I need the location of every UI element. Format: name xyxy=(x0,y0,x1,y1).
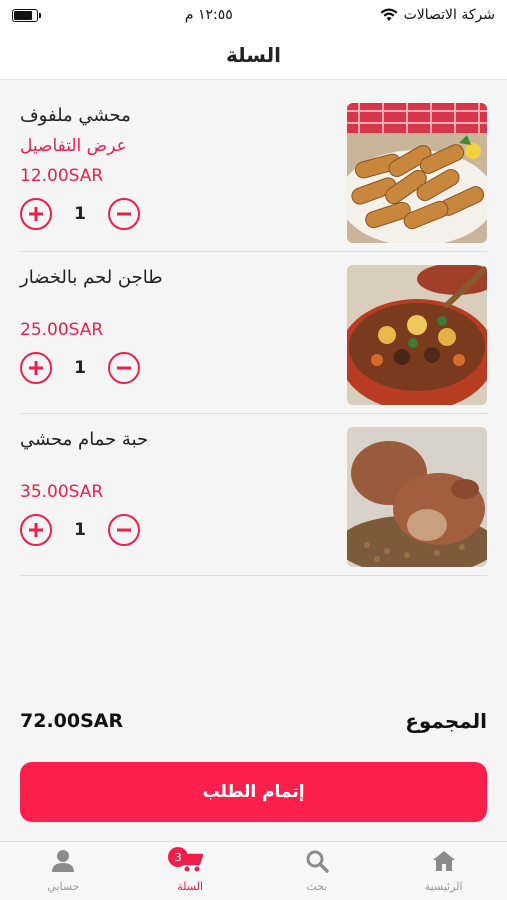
food-image-meat-vegetable-tagine[interactable] xyxy=(347,265,487,405)
item-price: 25.00SAR xyxy=(20,320,104,340)
cart-item: حبة حمام محشي 35.00SAR 1 xyxy=(20,414,487,576)
item-name: محشي ملفوف xyxy=(20,105,131,126)
tab-cart[interactable]: 3 السلة xyxy=(127,842,254,900)
quantity-value: 1 xyxy=(74,204,86,224)
status-bar: ١٢:٥٥ م شركة الاتصالات xyxy=(0,0,507,30)
stuffed-pigeon-image xyxy=(347,427,487,567)
item-price: 12.00SAR xyxy=(20,166,104,186)
total-row: 72.00SAR المجموع xyxy=(20,703,487,739)
tab-search[interactable]: بحث xyxy=(254,842,381,900)
quantity-stepper: 1 xyxy=(20,514,140,546)
item-info: حبة حمام محشي 35.00SAR 1 xyxy=(20,427,347,546)
cart-item: محشي ملفوف عرض التفاصيل 12.00SAR 1 xyxy=(20,90,487,252)
decrease-quantity-button[interactable] xyxy=(108,514,140,546)
food-image-stuffed-cabbage-rolls[interactable] xyxy=(347,103,487,243)
meat-tagine-image xyxy=(347,265,487,405)
total-label: المجموع xyxy=(405,709,487,733)
item-name: طاجن لحم بالخضار xyxy=(20,267,163,288)
battery-fill xyxy=(14,10,32,20)
tab-label: حسابي xyxy=(47,880,80,893)
item-info: محشي ملفوف عرض التفاصيل 12.00SAR 1 xyxy=(20,103,347,230)
item-name: حبة حمام محشي xyxy=(20,429,149,450)
view-details-link[interactable]: عرض التفاصيل xyxy=(20,136,127,156)
quantity-value: 1 xyxy=(74,520,86,540)
item-price: 35.00SAR xyxy=(20,482,104,502)
stuffed-cabbage-image xyxy=(347,103,487,243)
minus-icon xyxy=(117,366,131,370)
status-time: ١٢:٥٥ م xyxy=(184,7,233,23)
plus-icon xyxy=(29,361,43,375)
minus-icon xyxy=(117,212,131,216)
search-icon xyxy=(304,848,330,874)
cart-list: محشي ملفوف عرض التفاصيل 12.00SAR 1 طاجن … xyxy=(20,90,487,576)
tab-home[interactable]: الرئيسية xyxy=(380,842,507,900)
checkout-button[interactable]: إتمام الطلب xyxy=(20,762,487,822)
minus-icon xyxy=(117,528,131,532)
status-right: شركة الاتصالات xyxy=(380,7,495,23)
quantity-stepper: 1 xyxy=(20,198,140,230)
header: السلة xyxy=(0,30,507,80)
quantity-stepper: 1 xyxy=(20,352,140,384)
tab-label: السلة xyxy=(177,880,203,893)
increase-quantity-button[interactable] xyxy=(20,352,52,384)
user-icon xyxy=(50,848,76,874)
total-amount: 72.00SAR xyxy=(20,710,124,732)
tab-label: بحث xyxy=(306,880,328,893)
cart-item: طاجن لحم بالخضار 25.00SAR 1 xyxy=(20,252,487,414)
plus-icon xyxy=(29,523,43,537)
cart-badge: 3 xyxy=(168,847,189,867)
wifi-icon xyxy=(380,8,398,21)
food-image-stuffed-pigeon[interactable] xyxy=(347,427,487,567)
decrease-quantity-button[interactable] xyxy=(108,352,140,384)
home-icon xyxy=(431,848,457,874)
plus-icon xyxy=(29,207,43,221)
tab-bar: الرئيسية بحث 3 السلة حسابي xyxy=(0,841,507,900)
battery-icon xyxy=(12,8,41,22)
quantity-value: 1 xyxy=(74,358,86,378)
item-info: طاجن لحم بالخضار 25.00SAR 1 xyxy=(20,265,347,384)
page-title: السلة xyxy=(225,42,281,67)
decrease-quantity-button[interactable] xyxy=(108,198,140,230)
tab-account[interactable]: حسابي xyxy=(0,842,127,900)
increase-quantity-button[interactable] xyxy=(20,514,52,546)
carrier-name: شركة الاتصالات xyxy=(403,7,495,23)
increase-quantity-button[interactable] xyxy=(20,198,52,230)
tab-label: الرئيسية xyxy=(424,880,463,893)
status-left xyxy=(12,8,41,22)
